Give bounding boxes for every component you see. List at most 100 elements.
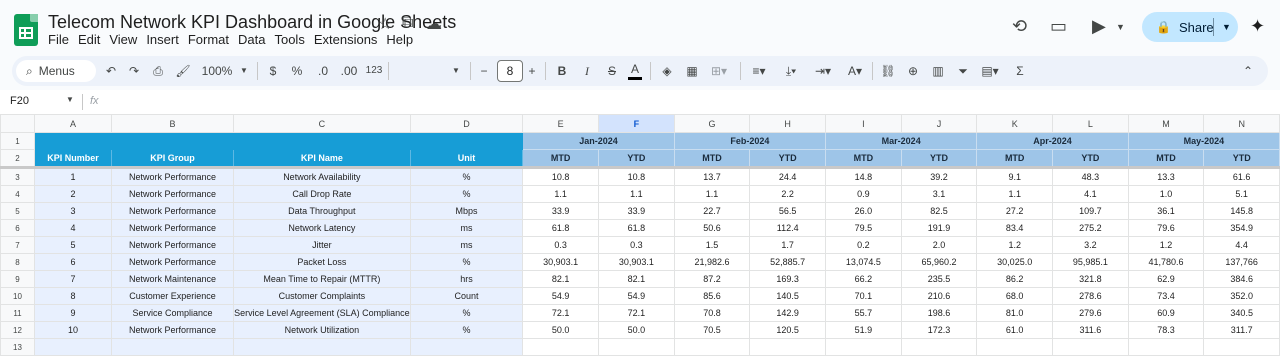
value-cell[interactable]: 172.3 (900, 321, 978, 339)
empty-cell[interactable] (825, 338, 902, 356)
undo-icon[interactable]: ↶ (103, 61, 119, 81)
value-cell[interactable]: 78.3 (1127, 321, 1205, 339)
value-cell[interactable]: 72.1 (598, 304, 675, 322)
kpi-name-cell[interactable]: Network Utilization (233, 321, 411, 339)
kpi-name-cell[interactable]: Network Availability (233, 166, 411, 186)
value-cell[interactable]: 51.9 (825, 321, 902, 339)
value-cell[interactable]: 79.6 (1127, 219, 1205, 237)
value-cell[interactable]: 56.5 (749, 202, 827, 220)
gemini-sparkle-icon[interactable]: ✦ (1250, 16, 1265, 37)
month-header[interactable]: May-2024 (1127, 132, 1280, 150)
kpi-group-cell[interactable]: Service Compliance (110, 304, 235, 322)
kpi-number-cell[interactable]: 9 (33, 304, 112, 322)
column-header-c[interactable]: C (233, 114, 411, 133)
ytd-header[interactable]: YTD (598, 149, 675, 168)
value-cell[interactable]: 83.4 (976, 219, 1054, 237)
move-folder-icon[interactable]: ⧉ (402, 14, 413, 32)
value-cell[interactable]: 140.5 (749, 287, 827, 305)
value-cell[interactable]: 4.4 (1203, 236, 1280, 254)
value-cell[interactable]: 1.7 (749, 236, 827, 254)
value-cell[interactable]: 33.9 (598, 202, 675, 220)
value-cell[interactable]: 65,960.2 (900, 253, 978, 271)
kpi-group-cell[interactable]: Network Maintenance (110, 270, 235, 288)
value-cell[interactable]: 10.8 (598, 166, 675, 186)
value-cell[interactable]: 82.1 (522, 270, 599, 288)
value-cell[interactable]: 86.2 (976, 270, 1054, 288)
value-cell[interactable]: 66.2 (825, 270, 902, 288)
kpi-number-cell[interactable]: 2 (33, 185, 112, 203)
value-cell[interactable]: 60.9 (1127, 304, 1205, 322)
search-menus-button[interactable]: ⌕ Menus (16, 60, 96, 82)
value-cell[interactable]: 21,982.6 (673, 253, 751, 271)
value-cell[interactable]: 41,780.6 (1127, 253, 1205, 271)
menu-edit[interactable]: Edit (78, 32, 107, 47)
kpi-number-cell[interactable]: 8 (33, 287, 112, 305)
value-cell[interactable]: 30,903.1 (522, 253, 599, 271)
value-cell[interactable]: 70.1 (825, 287, 902, 305)
value-cell[interactable]: 5.1 (1203, 185, 1280, 203)
kpi-group-cell[interactable]: Network Performance (110, 219, 235, 237)
select-all-corner[interactable] (0, 114, 35, 133)
value-cell[interactable]: 10.8 (522, 166, 599, 186)
text-wrapping-icon[interactable]: ⇥▾ (812, 61, 834, 81)
value-cell[interactable]: 145.8 (1203, 202, 1280, 220)
unit-cell[interactable]: % (409, 185, 524, 203)
horizontal-align-icon[interactable]: ≡▾ (748, 61, 770, 81)
kpi-group-cell[interactable]: Network Performance (110, 253, 235, 271)
column-header-d[interactable]: D (409, 114, 524, 133)
value-cell[interactable]: 384.6 (1203, 270, 1280, 288)
unit-cell[interactable]: % (409, 304, 524, 322)
menu-insert[interactable]: Insert (146, 32, 186, 47)
filter-views-icon[interactable]: ▤▾ (978, 61, 1002, 81)
column-header-g[interactable]: G (673, 114, 751, 133)
header-kpi-number[interactable]: KPI Number (33, 149, 112, 168)
value-cell[interactable]: 33.9 (522, 202, 599, 220)
value-cell[interactable]: 61.0 (976, 321, 1054, 339)
unit-cell[interactable]: Count (409, 287, 524, 305)
column-header-n[interactable]: N (1203, 114, 1280, 133)
kpi-number-cell[interactable]: 6 (33, 253, 112, 271)
value-cell[interactable]: 0.2 (825, 236, 902, 254)
value-cell[interactable]: 13,074.5 (825, 253, 902, 271)
value-cell[interactable]: 9.1 (976, 166, 1054, 186)
row-header[interactable]: 2 (0, 149, 35, 168)
meet-dropdown-icon[interactable]: ▼ (1116, 22, 1125, 32)
value-cell[interactable]: 87.2 (673, 270, 751, 288)
insert-link-icon[interactable]: ⛓ (880, 61, 896, 81)
menu-extensions[interactable]: Extensions (314, 32, 385, 47)
unit-cell[interactable]: % (409, 321, 524, 339)
value-cell[interactable]: 109.7 (1052, 202, 1129, 220)
kpi-number-cell[interactable]: 5 (33, 236, 112, 254)
value-cell[interactable]: 0.3 (522, 236, 599, 254)
kpi-name-cell[interactable]: Call Drop Rate (233, 185, 411, 203)
kpi-name-cell[interactable]: Data Throughput (233, 202, 411, 220)
collapse-toolbar-icon[interactable]: ⌃ (1240, 61, 1256, 81)
sheets-logo-icon[interactable] (14, 14, 38, 46)
empty-cell[interactable] (1127, 338, 1205, 356)
strikethrough-button[interactable]: S (605, 61, 619, 81)
column-header-l[interactable]: L (1052, 114, 1129, 133)
value-cell[interactable]: 169.3 (749, 270, 827, 288)
menu-data[interactable]: Data (238, 32, 272, 47)
print-icon[interactable]: ⎙ (150, 61, 166, 81)
value-cell[interactable]: 120.5 (749, 321, 827, 339)
value-cell[interactable]: 3.1 (900, 185, 978, 203)
row-header[interactable]: 7 (0, 236, 35, 254)
menu-tools[interactable]: Tools (274, 32, 311, 47)
insert-comment-icon[interactable]: ⊕ (905, 61, 921, 81)
ytd-header[interactable]: YTD (900, 149, 978, 168)
share-dropdown-icon[interactable]: ▼ (1222, 22, 1231, 32)
currency-format-button[interactable]: $ (266, 61, 280, 81)
kpi-name-cell[interactable]: Jitter (233, 236, 411, 254)
spreadsheet-grid[interactable]: ABCDEFGHIJKLMN 1 Jan-2024 Feb-2024 Mar-202… (0, 114, 1280, 356)
value-cell[interactable]: 82.1 (598, 270, 675, 288)
value-cell[interactable]: 352.0 (1203, 287, 1280, 305)
empty-cell[interactable] (1203, 338, 1280, 356)
header-kpi-name[interactable]: KPI Name (233, 149, 411, 168)
unit-cell[interactable]: % (409, 166, 524, 186)
unit-cell[interactable]: ms (409, 236, 524, 254)
insert-chart-icon[interactable]: ▥ (930, 61, 946, 81)
value-cell[interactable]: 54.9 (598, 287, 675, 305)
ytd-header[interactable]: YTD (1052, 149, 1129, 168)
kpi-number-cell[interactable]: 3 (33, 202, 112, 220)
